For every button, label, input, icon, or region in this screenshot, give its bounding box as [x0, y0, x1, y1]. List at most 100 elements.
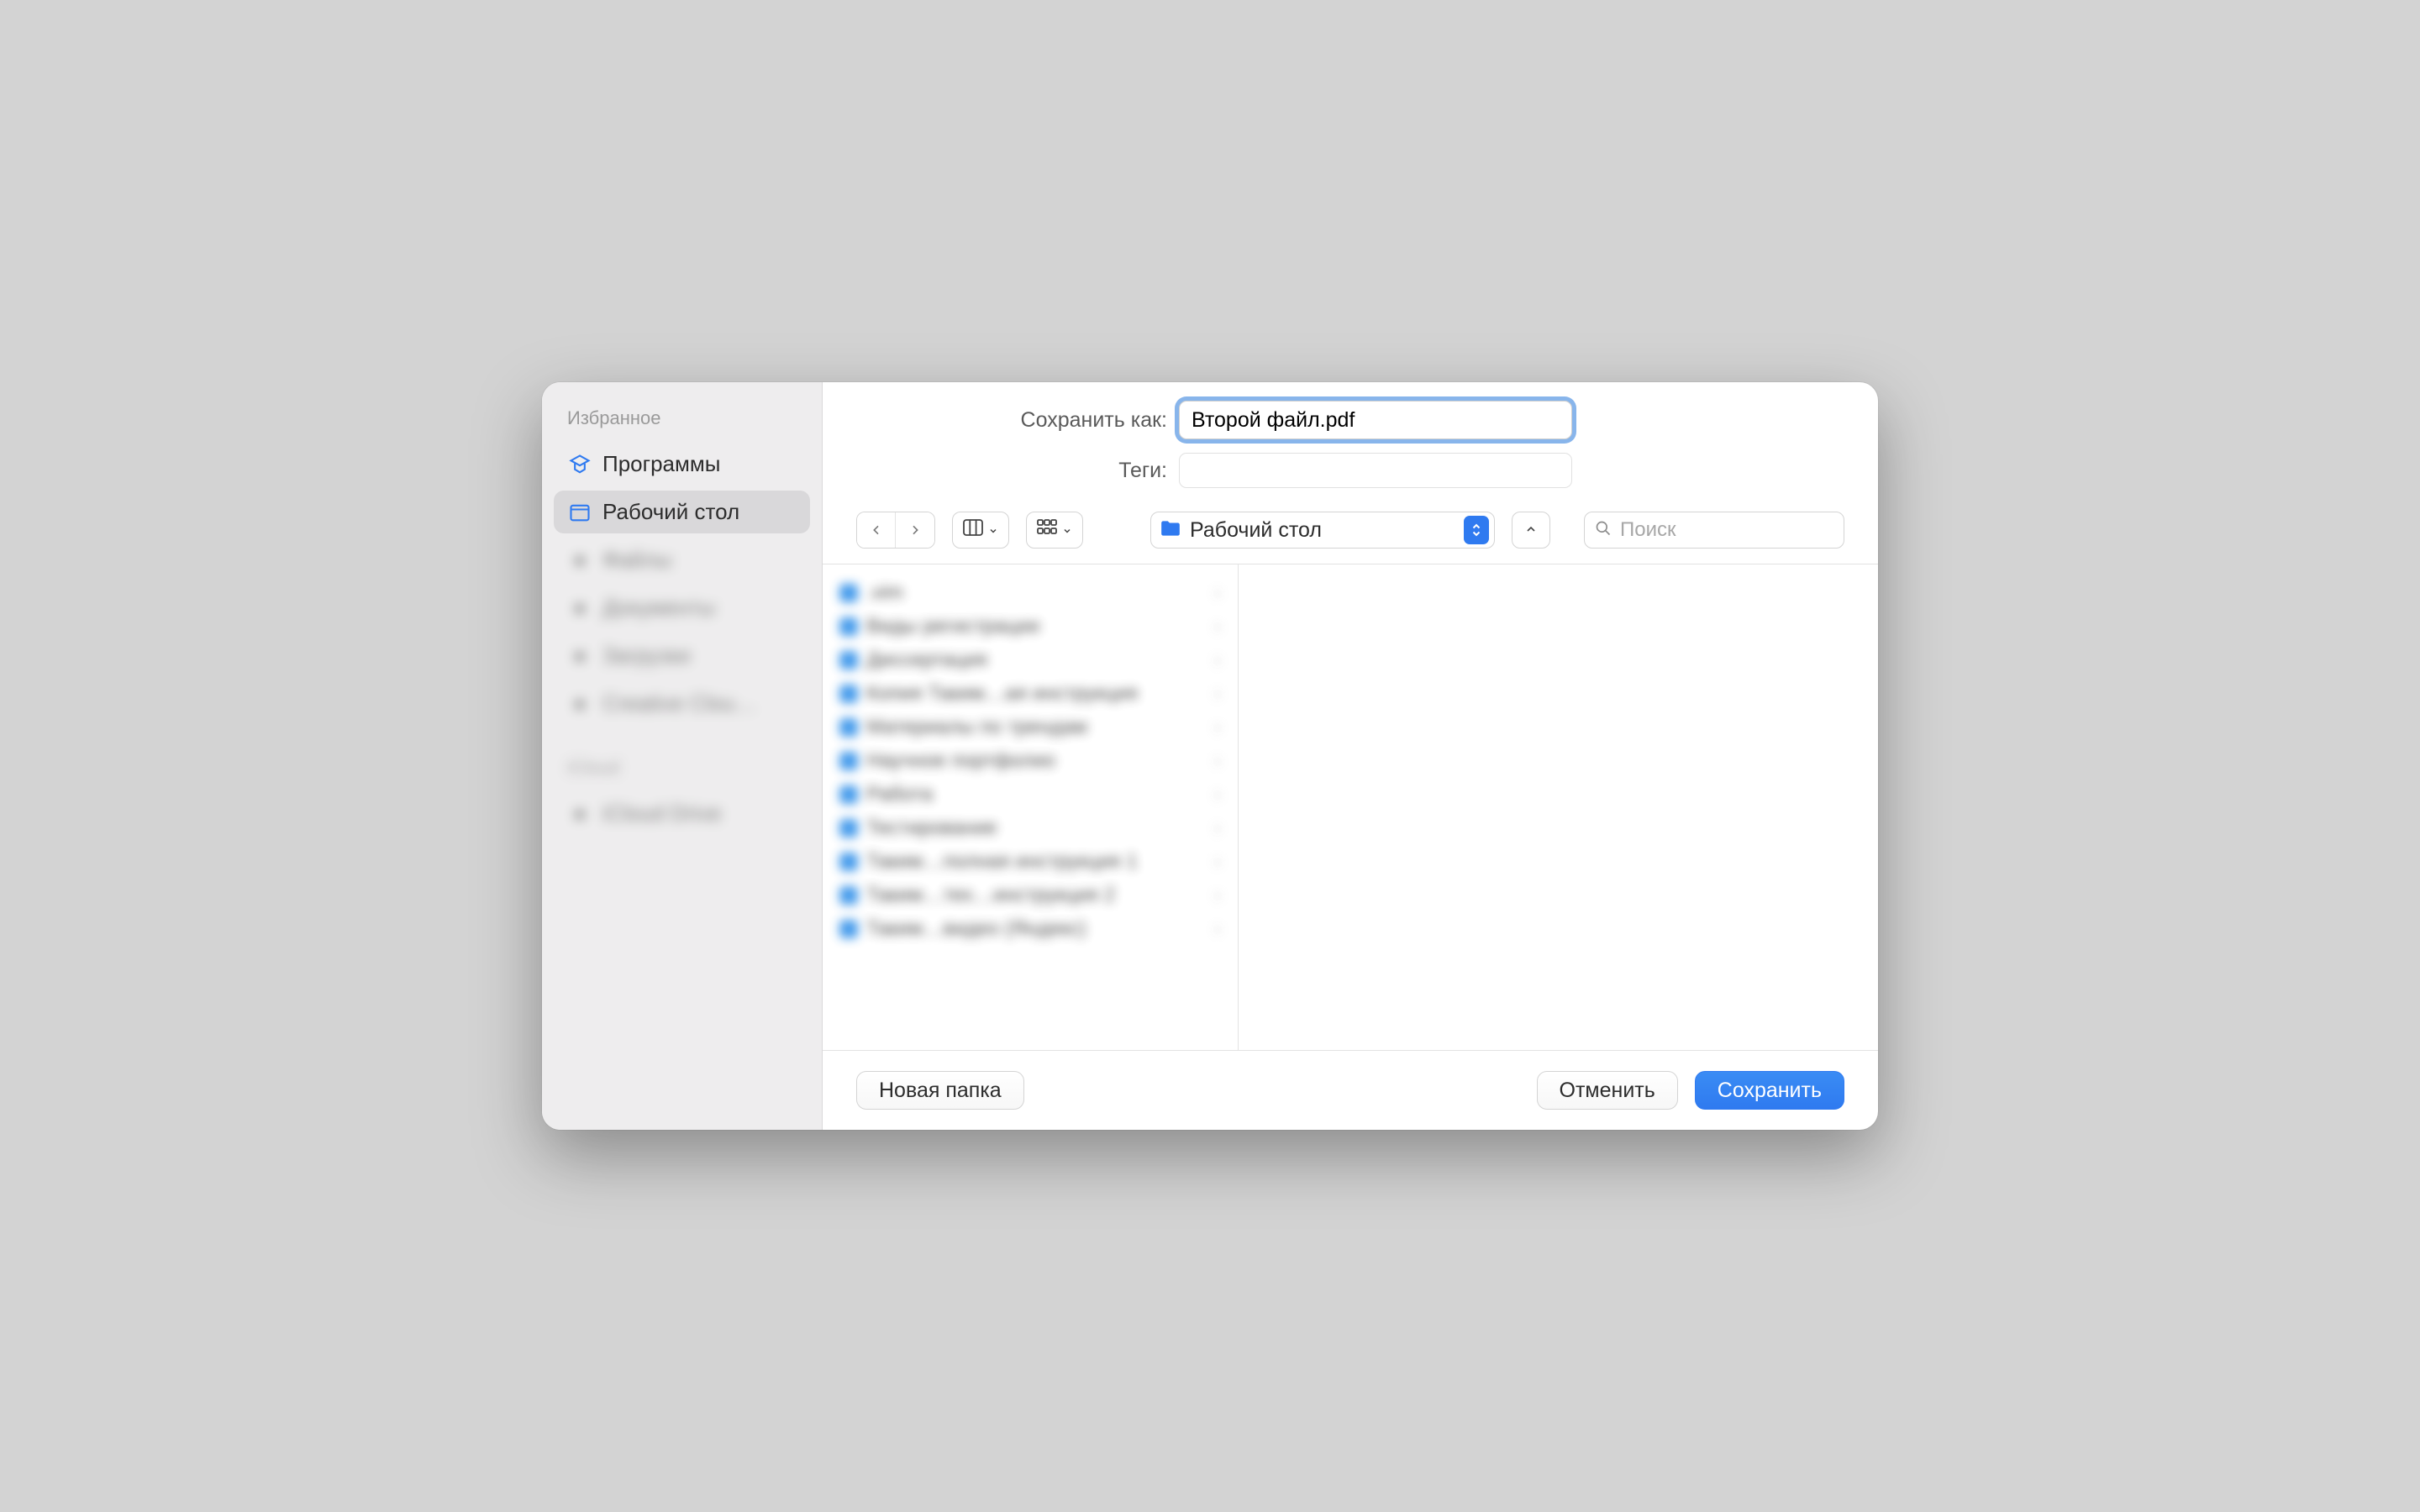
- sidebar-item-blurred[interactable]: ● Документы: [554, 586, 810, 629]
- location-popup[interactable]: Рабочий стол: [1150, 512, 1495, 549]
- location-name: Рабочий стол: [1190, 518, 1455, 543]
- chevron-down-icon: [1062, 519, 1072, 541]
- folder-icon: [839, 651, 858, 669]
- file-row[interactable]: Таким…видео (Яндекс) ›: [831, 914, 1229, 944]
- dialog-footer: Новая папка Отменить Сохранить: [823, 1050, 1878, 1130]
- chevron-right-icon: ›: [1214, 581, 1221, 605]
- doc-icon: ●: [567, 596, 592, 621]
- file-name: Тестирование: [866, 816, 997, 840]
- search-icon: [1595, 520, 1612, 541]
- save-button[interactable]: Сохранить: [1695, 1071, 1844, 1110]
- columns-icon: [963, 519, 983, 541]
- folder-icon: [839, 853, 858, 871]
- file-row[interactable]: Таким…тех…инструкция 2 ›: [831, 880, 1229, 911]
- file-name: Виды регистрации: [866, 615, 1039, 638]
- sidebar-item-desktop[interactable]: Рабочий стол: [554, 491, 810, 533]
- file-name: Таким…тех…инструкция 2: [866, 884, 1115, 907]
- filename-input[interactable]: [1179, 401, 1572, 439]
- folder-icon: [839, 886, 858, 905]
- file-name: Научное портфолио: [866, 749, 1055, 773]
- sidebar-item-label: Загрузки: [602, 643, 691, 669]
- sidebar-item-applications[interactable]: Программы: [554, 443, 810, 486]
- file-row[interactable]: Копия Таким…ая инструкция ›: [831, 679, 1229, 709]
- sidebar-item-label: iCloud Drive: [602, 801, 722, 827]
- chevron-right-icon: ›: [1214, 783, 1221, 806]
- file-row[interactable]: Диссертация ›: [831, 645, 1229, 675]
- file-name: Диссертация: [866, 648, 987, 672]
- desktop-icon: [567, 500, 592, 525]
- chevron-right-icon: ›: [1214, 749, 1221, 773]
- file-name: Таким…видео (Яндекс): [866, 917, 1086, 941]
- nav-back-forward: [856, 512, 935, 549]
- view-columns-button[interactable]: [952, 512, 1009, 549]
- cancel-button[interactable]: Отменить: [1537, 1071, 1678, 1110]
- file-row[interactable]: Виды регистрации ›: [831, 612, 1229, 642]
- download-icon: ●: [567, 643, 592, 669]
- chevron-down-icon: [988, 519, 998, 541]
- folder-icon: [839, 718, 858, 737]
- file-row[interactable]: Работа ›: [831, 780, 1229, 810]
- cloud-icon: ●: [567, 801, 592, 827]
- save-as-label: Сохранить как:: [856, 408, 1167, 433]
- search-field[interactable]: [1584, 512, 1844, 549]
- sidebar-item-icloud-drive[interactable]: ● iCloud Drive: [554, 792, 810, 835]
- file-name: Копия Таким…ая инструкция: [866, 682, 1138, 706]
- apps-icon: [567, 452, 592, 477]
- folder-icon: [839, 785, 858, 804]
- file-row[interactable]: Научное портфолио ›: [831, 746, 1229, 776]
- chevron-right-icon: ›: [1214, 716, 1221, 739]
- sidebar-item-label: Программы: [602, 451, 720, 477]
- sidebar: Избранное Программы Рабочий стол ● Файлы: [542, 382, 823, 1130]
- file-row[interactable]: .vim ›: [831, 578, 1229, 608]
- save-dialog: Избранное Программы Рабочий стол ● Файлы: [542, 382, 1878, 1130]
- file-row[interactable]: Тестирование ›: [831, 813, 1229, 843]
- save-form: Сохранить как: Теги:: [823, 382, 1878, 488]
- sidebar-item-label: Creative Clou…: [602, 690, 757, 717]
- file-browser: .vim›Виды регистрации›Диссертация›Копия …: [823, 564, 1878, 1050]
- preview-column: [1239, 564, 1878, 1050]
- file-name: Таким…полная инструкция 1: [866, 850, 1138, 874]
- tags-label: Теги:: [856, 459, 1167, 483]
- sidebar-item-label: Рабочий стол: [602, 499, 739, 525]
- browser-toolbar: Рабочий стол: [823, 488, 1878, 564]
- group-icon: [1037, 519, 1057, 541]
- updown-stepper-icon: [1464, 516, 1489, 544]
- search-input[interactable]: [1620, 518, 1833, 542]
- folder-icon: [839, 685, 858, 703]
- file-row[interactable]: Таким…полная инструкция 1 ›: [831, 847, 1229, 877]
- doc-icon: ●: [567, 548, 592, 573]
- main-panel: Сохранить как: Теги:: [823, 382, 1878, 1130]
- sidebar-favorites-header: Избранное: [554, 402, 810, 438]
- chevron-right-icon: ›: [1214, 850, 1221, 874]
- tags-input[interactable]: [1179, 453, 1572, 488]
- chevron-right-icon: ›: [1214, 884, 1221, 907]
- file-name: Работа: [866, 783, 933, 806]
- sidebar-icloud-header: iCloud: [554, 752, 810, 787]
- forward-button[interactable]: [896, 512, 934, 548]
- file-column[interactable]: .vim›Виды регистрации›Диссертация›Копия …: [823, 564, 1239, 1050]
- chevron-right-icon: ›: [1214, 648, 1221, 672]
- collapse-button[interactable]: [1512, 512, 1550, 549]
- sidebar-item-blurred[interactable]: ● Файлы: [554, 538, 810, 581]
- chevron-right-icon: ›: [1214, 615, 1221, 638]
- folder-icon: [839, 617, 858, 636]
- chevron-right-icon: ›: [1214, 682, 1221, 706]
- folder-icon: [839, 584, 858, 602]
- sidebar-item-blurred[interactable]: ● Creative Clou…: [554, 682, 810, 725]
- sidebar-item-label: Файлы: [602, 547, 672, 573]
- new-folder-button[interactable]: Новая папка: [856, 1071, 1024, 1110]
- folder-icon: [839, 920, 858, 938]
- chevron-right-icon: ›: [1214, 917, 1221, 941]
- folder-icon: [839, 819, 858, 837]
- group-by-button[interactable]: [1026, 512, 1083, 549]
- sidebar-item-blurred[interactable]: ● Загрузки: [554, 634, 810, 677]
- folder-icon: [1160, 519, 1181, 542]
- back-button[interactable]: [857, 512, 896, 548]
- folder-icon: [839, 752, 858, 770]
- sidebar-item-label: Документы: [602, 595, 715, 621]
- cloud-icon: ●: [567, 691, 592, 717]
- file-row[interactable]: Материалы по трендам›: [831, 712, 1229, 743]
- chevron-right-icon: ›: [1214, 816, 1221, 840]
- chevron-up-icon: [1524, 519, 1538, 541]
- file-name: .vim: [866, 581, 903, 605]
